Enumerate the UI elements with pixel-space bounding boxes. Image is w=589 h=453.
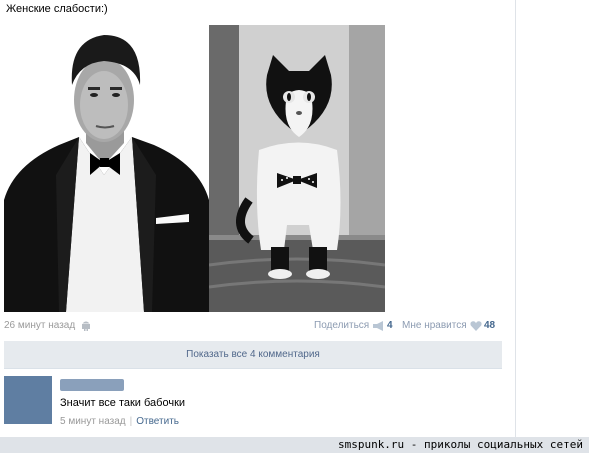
heart-icon[interactable] [470, 321, 482, 334]
comment-text: Значит все таки бабочки [60, 397, 186, 409]
reply-link[interactable]: Ответить [136, 416, 179, 427]
comment-meta: 5 минут назад | Ответить [60, 416, 179, 427]
comment-author[interactable] [60, 379, 124, 391]
comment-timestamp[interactable]: 5 минут назад [60, 416, 126, 427]
post-timestamp[interactable]: 26 минут назад [4, 320, 75, 331]
cat-in-bowtie-image [209, 25, 385, 312]
share-count: 4 [387, 320, 393, 331]
comment: Значит все таки бабочки 5 минут назад | От… [4, 376, 502, 431]
post-text: Женские слабости:) [6, 3, 108, 15]
column-divider [515, 0, 516, 437]
separator: | [129, 416, 133, 427]
avatar[interactable] [4, 376, 52, 424]
megaphone-icon[interactable] [373, 321, 385, 334]
watermark-text: smspunk.ru - приколы социальных сетей [337, 438, 583, 451]
like-button[interactable]: Мне нравится [402, 320, 467, 331]
post-meta: 26 минут назад Поделиться 4 Мне нравится… [4, 320, 501, 334]
share-button[interactable]: Поделиться [314, 320, 369, 331]
android-icon [81, 320, 91, 334]
show-all-comments-button[interactable]: Показать все 4 комментария [4, 341, 502, 369]
cat-in-bowtie-photo[interactable] [209, 25, 385, 312]
watermark-bar: smspunk.ru - приколы социальных сетей [0, 437, 589, 453]
man-in-tuxedo-image [4, 25, 209, 312]
like-count: 48 [484, 320, 496, 331]
man-in-tuxedo-photo[interactable] [4, 25, 209, 312]
